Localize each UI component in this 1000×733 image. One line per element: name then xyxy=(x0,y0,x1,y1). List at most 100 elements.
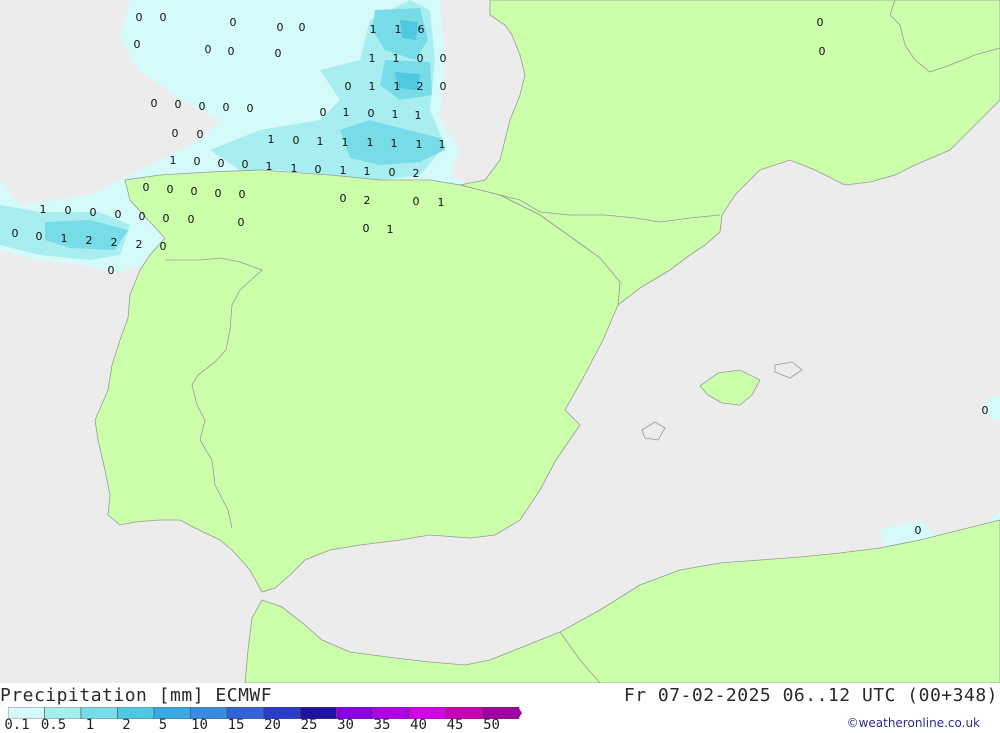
precip-value-label: 0 xyxy=(299,21,306,34)
legend-tick-label: 1 xyxy=(85,717,95,733)
precip-value-label: 0 xyxy=(194,155,201,168)
precip-value-label: 1 xyxy=(387,223,394,236)
precip-value-label: 1 xyxy=(170,154,177,167)
precip-value-label: 1 xyxy=(395,23,402,36)
precip-value-label: 1 xyxy=(343,106,350,119)
precip-value-label: 0 xyxy=(205,43,212,56)
legend-tick-label: 5 xyxy=(158,717,168,733)
precip-value-label: 1 xyxy=(340,164,347,177)
precip-value-label: 2 xyxy=(417,80,424,93)
precip-value-label: 1 xyxy=(369,52,376,65)
precip-value-label: 0 xyxy=(65,204,72,217)
precip-value-label: 0 xyxy=(242,158,249,171)
precip-value-label: 1 xyxy=(415,109,422,122)
precip-value-label: 2 xyxy=(136,238,143,251)
precip-value-label: 0 xyxy=(915,524,922,537)
precipitation-map: 0000000001161100011200000001011001011111… xyxy=(0,0,1000,684)
precip-value-label: 1 xyxy=(291,162,298,175)
precip-value-label: 0 xyxy=(136,11,143,24)
legend-tick-label: 35 xyxy=(373,717,391,733)
precip-value-label: 0 xyxy=(440,80,447,93)
legend-arrow xyxy=(518,707,522,719)
precip-value-label: 0 xyxy=(115,208,122,221)
precip-value-label: 0 xyxy=(277,21,284,34)
precip-value-label: 0 xyxy=(90,206,97,219)
precip-value-label: 0 xyxy=(275,47,282,60)
credit-link[interactable]: ©weatheronline.co.uk xyxy=(847,716,980,730)
precip-value-label: 1 xyxy=(391,137,398,150)
precip-value-label: 0 xyxy=(199,100,206,113)
precip-value-label: 1 xyxy=(317,135,324,148)
precip-value-label: 2 xyxy=(111,236,118,249)
precip-value-label: 0 xyxy=(160,240,167,253)
precip-value-label: 0 xyxy=(12,227,19,240)
legend-tick-label: 15 xyxy=(227,717,245,733)
precip-value-label: 0 xyxy=(139,210,146,223)
precip-value-label: 0 xyxy=(340,192,347,205)
precip-value-label: 0 xyxy=(167,183,174,196)
precip-value-label: 2 xyxy=(86,234,93,247)
precip-value-label: 1 xyxy=(266,160,273,173)
footer-bar: Precipitation [mm] ECMWF Fr 07-02-2025 0… xyxy=(0,683,1000,733)
precip-value-label: 0 xyxy=(143,181,150,194)
legend-tick-label: 40 xyxy=(410,717,427,733)
precip-value-label: 1 xyxy=(416,138,423,151)
precip-value-label: 0 xyxy=(368,107,375,120)
map-canvas: 0 0 0 0 00 0 0 01 1 61 1 0 00 1 1 2 00 0 0 0 0 0 1 0 1 10 0 1 0 1 1 1 1 1… xyxy=(0,0,1000,684)
precip-value-label: 1 xyxy=(40,203,47,216)
precip-value-label: 0 xyxy=(134,38,141,51)
precip-value-label: 0 xyxy=(228,45,235,58)
legend-tick-label: 10 xyxy=(191,717,208,733)
precip-value-label: 0 xyxy=(172,127,179,140)
precip-value-label: 2 xyxy=(413,167,420,180)
precip-value-label: 0 xyxy=(223,101,230,114)
precip-value-label: 1 xyxy=(61,232,68,245)
precip-value-label: 0 xyxy=(188,213,195,226)
precip-value-label: 0 xyxy=(36,230,43,243)
precip-value-label: 1 xyxy=(364,165,371,178)
precip-value-label: 1 xyxy=(268,133,275,146)
precip-value-label: 1 xyxy=(369,80,376,93)
precip-value-label: 0 xyxy=(160,11,167,24)
legend-tick-label: 50 xyxy=(483,717,500,733)
legend-tick-label: 25 xyxy=(300,717,318,733)
precip-value-label: 1 xyxy=(370,23,377,36)
precip-value-label: 0 xyxy=(320,106,327,119)
precip-value-label: 0 xyxy=(108,264,115,277)
precip-value-label: 1 xyxy=(393,52,400,65)
precip-value-label: 6 xyxy=(418,23,425,36)
precip-value-label: 0 xyxy=(151,97,158,110)
precip-value-label: 0 xyxy=(175,98,182,111)
precip-value-label: 0 xyxy=(215,187,222,200)
precip-value-label: 1 xyxy=(394,80,401,93)
legend-tick-label: 2 xyxy=(122,717,131,733)
precip-area-heavy-north xyxy=(400,20,418,40)
precip-value-label: 0 xyxy=(247,102,254,115)
precip-value-label: 0 xyxy=(239,188,246,201)
forecast-time: Fr 07-02-2025 06..12 UTC (00+348) xyxy=(623,685,998,706)
precip-value-label: 0 xyxy=(163,212,170,225)
precip-value-label: 0 xyxy=(819,45,826,58)
precip-value-label: 0 xyxy=(191,185,198,198)
precip-value-label: 0 xyxy=(345,80,352,93)
precip-value-label: 1 xyxy=(367,136,374,149)
precip-value-label: 0 xyxy=(238,216,245,229)
precip-value-label: 1 xyxy=(342,136,349,149)
legend-tick-label: 0.5 xyxy=(40,717,67,733)
legend-tick-label: 0.1 xyxy=(4,717,30,733)
precip-value-label: 0 xyxy=(982,404,989,417)
precip-value-label: 1 xyxy=(438,196,445,209)
precip-value-label: 0 xyxy=(293,134,300,147)
precip-value-label: 1 xyxy=(439,138,446,151)
precip-value-label: 2 xyxy=(364,194,371,207)
precip-value-label: 0 xyxy=(230,16,237,29)
precip-value-label: 0 xyxy=(440,52,447,65)
precip-value-label: 0 xyxy=(817,16,824,29)
precip-value-label: 0 xyxy=(389,166,396,179)
precip-value-label: 0 xyxy=(417,52,424,65)
legend-tick-label: 45 xyxy=(446,717,464,733)
legend-tick-label: 20 xyxy=(264,717,281,733)
precip-value-label: 0 xyxy=(413,195,420,208)
map-title: Precipitation [mm] ECMWF xyxy=(0,685,273,706)
precip-value-label: 0 xyxy=(197,128,204,141)
